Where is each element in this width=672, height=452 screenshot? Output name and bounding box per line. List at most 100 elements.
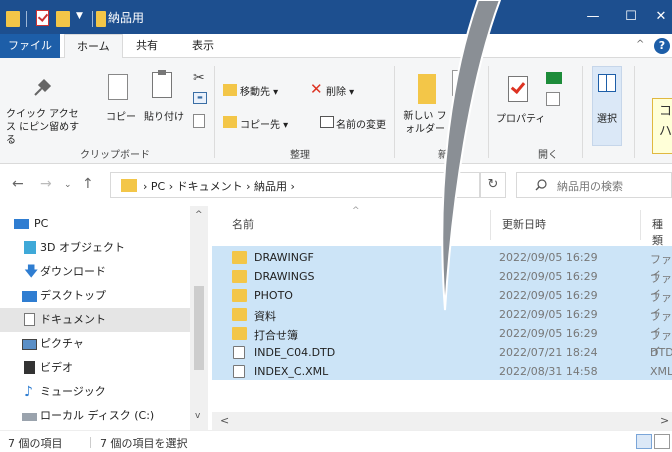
- file-name: 資料: [254, 310, 276, 323]
- rename-button[interactable]: 名前の変更: [336, 116, 386, 131]
- move-to-button[interactable]: 移動先 ▾: [240, 83, 278, 98]
- column-header-type[interactable]: 種類: [652, 216, 672, 248]
- file-date: 2022/09/05 16:29: [499, 308, 598, 321]
- toolbar-divider: [92, 11, 93, 27]
- properties-icon[interactable]: [508, 76, 528, 102]
- table-row[interactable]: DRAWINGF 2022/09/05 16:29 ファイ: [222, 248, 672, 282]
- column-divider[interactable]: [490, 210, 491, 240]
- table-row[interactable]: INDE_C04.DTD 2022/07/21 18:24 DTD: [222, 343, 672, 362]
- rename-icon[interactable]: [320, 116, 334, 128]
- details-view-button[interactable]: [636, 434, 652, 449]
- select-icon[interactable]: [598, 74, 616, 92]
- scrollbar-thumb[interactable]: [194, 286, 204, 370]
- table-row[interactable]: PHOTO 2022/09/05 16:29 ファイ: [222, 286, 672, 320]
- nav-item-videos[interactable]: ビデオ: [0, 356, 190, 380]
- table-row[interactable]: 資料 2022/09/05 16:29 ファイ: [222, 305, 672, 339]
- search-input[interactable]: [557, 177, 667, 195]
- recent-locations-icon[interactable]: ⌄: [64, 180, 72, 190]
- nav-item-downloads[interactable]: 🡇 ダウンロード: [0, 260, 190, 284]
- file-name: INDEX_C.XML: [254, 365, 329, 378]
- scroll-up-icon[interactable]: ^: [195, 210, 203, 220]
- paste-icon[interactable]: [152, 70, 172, 98]
- file-name: DRAWINGF: [254, 251, 314, 264]
- nav-pane-scrollbar[interactable]: ^ v: [190, 206, 208, 430]
- folder-icon[interactable]: [6, 11, 20, 27]
- minimize-button[interactable]: —: [574, 0, 612, 34]
- tooltip-line: ハ: [659, 124, 672, 139]
- new-folder-button[interactable]: 新しい フォルダー: [400, 110, 450, 136]
- large-icons-view-button[interactable]: [654, 434, 670, 449]
- new-item-icon[interactable]: [452, 70, 472, 96]
- up-arrow-icon[interactable]: ↑: [82, 176, 94, 192]
- help-icon[interactable]: ?: [654, 38, 670, 54]
- collapse-ribbon-icon[interactable]: ^: [636, 39, 644, 50]
- scroll-right-icon[interactable]: >: [660, 414, 669, 427]
- navigation-pane: PC 3D オブジェクト 🡇 ダウンロード デスクトップ ドキュメント ピクチャ…: [0, 206, 210, 430]
- nav-item-pictures[interactable]: ピクチャ: [0, 332, 190, 356]
- pictures-icon: [22, 339, 37, 350]
- documents-icon: [24, 313, 35, 326]
- pin-to-quick-access-button[interactable]: クイック アクセス にピン留めする: [6, 108, 86, 147]
- video-icon: [24, 361, 35, 374]
- file-name: DRAWINGS: [254, 270, 315, 283]
- nav-item-desktop[interactable]: デスクトップ: [0, 284, 190, 308]
- open-icon[interactable]: [546, 72, 562, 84]
- move-to-icon[interactable]: [223, 84, 237, 96]
- nav-item-local-disk[interactable]: ローカル ディスク (C:): [0, 404, 190, 428]
- open-group-label: 開く: [538, 150, 558, 161]
- nav-item-documents[interactable]: ドキュメント: [0, 308, 190, 332]
- nav-item-label: PC: [34, 217, 49, 230]
- column-divider[interactable]: [640, 210, 641, 240]
- nav-item-music[interactable]: ♪ ミュージック: [0, 380, 190, 404]
- properties-button[interactable]: プロパティ: [496, 110, 545, 125]
- nav-item-pc[interactable]: PC: [0, 212, 190, 236]
- breadcrumb[interactable]: › PC › ドキュメント › 納品用 ›: [143, 178, 295, 194]
- copy-to-icon[interactable]: [223, 116, 237, 128]
- column-header-date[interactable]: 更新日時: [502, 216, 546, 232]
- copy-button[interactable]: コピー: [106, 108, 136, 123]
- document-icon: [233, 365, 245, 378]
- table-row[interactable]: INDEX_C.XML 2022/08/31 14:58 XML: [222, 362, 672, 381]
- new-folder-icon[interactable]: [418, 74, 436, 104]
- pin-icon[interactable]: [32, 76, 54, 98]
- copy-to-button[interactable]: コピー先 ▾: [240, 116, 288, 131]
- refresh-button[interactable]: ↻: [480, 172, 506, 198]
- scroll-left-icon[interactable]: <: [220, 414, 229, 427]
- tab-share[interactable]: 共有: [124, 34, 170, 58]
- tooltip-line: コ: [659, 104, 672, 119]
- selected-count: 7 個の項目を選択: [100, 437, 188, 450]
- properties-quick-icon[interactable]: [36, 10, 49, 26]
- maximize-button[interactable]: ☐: [612, 0, 650, 34]
- address-bar[interactable]: › PC › ドキュメント › 納品用 ›: [110, 172, 480, 198]
- file-type: XML: [650, 365, 672, 378]
- forward-arrow-icon[interactable]: →: [40, 176, 52, 192]
- edit-icon[interactable]: [546, 92, 560, 106]
- nav-item-label: デスクトップ: [40, 289, 106, 302]
- copy-path-icon[interactable]: ▬: [193, 92, 207, 104]
- scroll-down-icon[interactable]: v: [195, 411, 200, 421]
- select-button[interactable]: 選択: [597, 110, 617, 125]
- delete-icon[interactable]: ✕: [310, 80, 323, 98]
- cut-icon[interactable]: ✂: [193, 70, 205, 86]
- paste-button[interactable]: 貼り付け: [144, 108, 184, 123]
- tab-view[interactable]: 表示: [180, 34, 226, 58]
- status-divider: [90, 437, 91, 448]
- new-folder-quick-icon[interactable]: [56, 11, 70, 27]
- column-header-name[interactable]: 名前: [232, 216, 254, 232]
- paste-shortcut-icon[interactable]: [193, 114, 205, 128]
- ribbon-divider: [488, 66, 489, 158]
- nav-item-label: ビデオ: [40, 361, 73, 374]
- table-row[interactable]: 打合せ簿 2022/09/05 16:29 ファイ: [222, 324, 672, 358]
- copy-icon[interactable]: [104, 71, 128, 100]
- back-arrow-icon[interactable]: ←: [12, 176, 24, 192]
- close-button[interactable]: ✕: [650, 0, 672, 34]
- search-box[interactable]: [516, 172, 672, 198]
- delete-button[interactable]: 削除 ▾: [326, 83, 354, 98]
- nav-item-3d-objects[interactable]: 3D オブジェクト: [0, 236, 190, 260]
- file-date: 2022/08/31 14:58: [499, 365, 598, 378]
- tab-home[interactable]: ホーム: [64, 34, 123, 59]
- customize-quick-access-icon[interactable]: ▼: [76, 11, 83, 27]
- tab-file[interactable]: ファイル: [0, 34, 60, 58]
- table-row[interactable]: DRAWINGS 2022/09/05 16:29 ファイ: [222, 267, 672, 301]
- horizontal-scrollbar[interactable]: < >: [212, 412, 672, 430]
